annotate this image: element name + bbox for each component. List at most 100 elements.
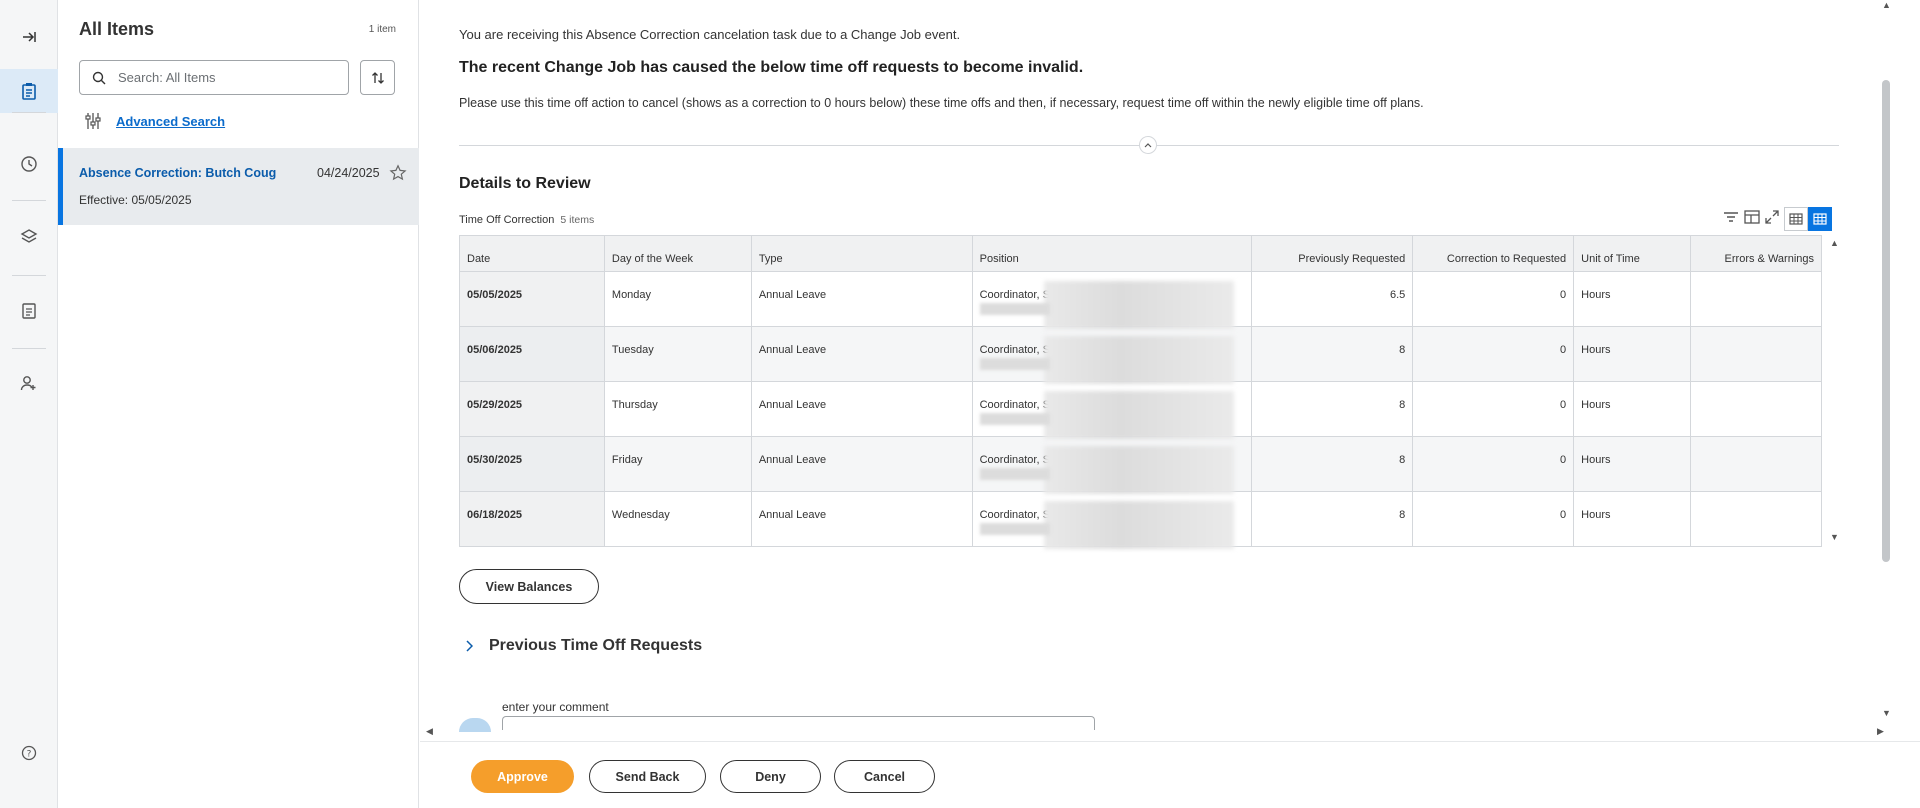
- cell-position: Coordinator, S: [971, 436, 1253, 494]
- search-input[interactable]: Search: All Items: [79, 60, 349, 95]
- cell-date: 05/05/2025: [459, 271, 605, 327]
- cell-prev-requested: 8: [1251, 436, 1414, 492]
- filter-button[interactable]: [1723, 210, 1739, 229]
- redaction-block: [1043, 501, 1234, 549]
- main-content: You are receiving this Absence Correctio…: [420, 0, 1920, 808]
- approve-button[interactable]: Approve: [471, 760, 574, 793]
- cell-correction[interactable]: 0: [1412, 491, 1575, 547]
- scrollbar-thumb[interactable]: [1882, 80, 1890, 562]
- col-position[interactable]: Position: [971, 235, 1253, 272]
- cell-unit: Hours: [1573, 491, 1692, 547]
- scroll-up-arrow[interactable]: ▲: [1882, 0, 1891, 10]
- main-scrollbar[interactable]: ▲ ▼: [1875, 0, 1897, 735]
- col-prev-requested[interactable]: Previously Requested: [1251, 235, 1414, 272]
- history-nav-button[interactable]: [0, 142, 58, 186]
- col-unit[interactable]: Unit of Time: [1573, 235, 1692, 272]
- cell-position: Coordinator, S: [971, 271, 1253, 329]
- redaction-block: [979, 413, 1050, 425]
- clipboard-nav-button[interactable]: [0, 288, 58, 332]
- cell-day: Monday: [603, 271, 752, 327]
- tasks-icon: [22, 83, 36, 100]
- col-date[interactable]: Date: [459, 235, 605, 272]
- sort-button[interactable]: [360, 60, 395, 95]
- tasks-nav-button[interactable]: [0, 69, 58, 113]
- cell-correction[interactable]: 0: [1412, 271, 1575, 327]
- col-type[interactable]: Type: [750, 235, 973, 272]
- col-correction[interactable]: Correction to Requested: [1412, 235, 1575, 272]
- table-header-row: Date Day of the Week Type Position Previ…: [459, 235, 1822, 272]
- table-scroll-up[interactable]: ▲: [1830, 238, 1839, 248]
- headline: The recent Change Job has caused the bel…: [459, 59, 1084, 76]
- collapse-section-button[interactable]: [1139, 136, 1157, 154]
- cell-prev-requested: 8: [1251, 381, 1414, 437]
- list-title: All Items: [79, 19, 155, 39]
- cell-day: Thursday: [603, 381, 752, 437]
- previous-requests-toggle[interactable]: Previous Time Off Requests: [465, 637, 702, 655]
- add-person-nav-button[interactable]: [0, 361, 58, 405]
- cell-type: Annual Leave: [750, 381, 973, 437]
- help-button[interactable]: ?: [0, 731, 58, 775]
- view-balances-button[interactable]: View Balances: [459, 569, 599, 604]
- expand-panel-button[interactable]: [0, 15, 58, 59]
- cell-errors: [1690, 326, 1822, 382]
- favorite-button[interactable]: [389, 164, 407, 187]
- send-back-button[interactable]: Send Back: [589, 760, 706, 793]
- scroll-down-arrow[interactable]: ▼: [1882, 708, 1891, 718]
- rail-divider: [12, 112, 46, 113]
- layers-icon: [20, 229, 38, 243]
- position-text: Coordinator, S: [979, 344, 1050, 356]
- rail-divider: [12, 275, 46, 276]
- table-scroll-down[interactable]: ▼: [1830, 532, 1839, 542]
- sort-icon: [371, 71, 384, 84]
- previous-requests-label: Previous Time Off Requests: [489, 637, 703, 654]
- grid-toolbar: [1718, 207, 1832, 231]
- grid-title: Time Off Correction 5 items: [459, 214, 594, 226]
- advanced-search-link[interactable]: Advanced Search: [116, 114, 225, 129]
- redaction-block: [979, 303, 1050, 315]
- table-view-button[interactable]: [1784, 207, 1808, 231]
- cell-correction[interactable]: 0: [1412, 326, 1575, 382]
- scroll-right-arrow[interactable]: ▶: [1877, 726, 1884, 737]
- cell-date: 05/06/2025: [459, 326, 605, 382]
- cancel-button[interactable]: Cancel: [834, 760, 935, 793]
- svg-text:?: ?: [27, 750, 32, 760]
- cell-position: Coordinator, S: [971, 326, 1253, 384]
- rail-divider: [12, 348, 46, 349]
- list-count: 1 item: [368, 24, 396, 35]
- col-errors[interactable]: Errors & Warnings: [1690, 235, 1822, 272]
- inbox-list-pane: All Items 1 item Search: All Items Advan…: [58, 0, 419, 808]
- redaction-block: [1043, 336, 1234, 384]
- table-row: 05/05/2025 Monday Annual Leave Coordinat…: [459, 271, 1822, 329]
- filter-sliders-icon: [85, 113, 101, 129]
- deny-button[interactable]: Deny: [720, 760, 821, 793]
- cell-type: Annual Leave: [750, 436, 973, 492]
- list-item[interactable]: Absence Correction: Butch Coug 04/24/202…: [58, 148, 419, 225]
- table-row: 05/06/2025 Tuesday Annual Leave Coordina…: [459, 326, 1822, 384]
- fullscreen-button[interactable]: [1765, 209, 1779, 229]
- cell-correction[interactable]: 0: [1412, 381, 1575, 437]
- cell-day: Friday: [603, 436, 752, 492]
- details-title: Details to Review: [459, 175, 591, 192]
- item-title: Absence Correction: Butch Coug: [79, 166, 277, 180]
- horizontal-scrollbar[interactable]: ◀ ▶: [420, 726, 1884, 740]
- position-text: Coordinator, S: [979, 454, 1050, 466]
- grid-view-button[interactable]: [1808, 207, 1832, 231]
- columns-button[interactable]: [1744, 209, 1760, 229]
- cell-type: Annual Leave: [750, 491, 973, 547]
- scroll-left-arrow[interactable]: ◀: [426, 726, 433, 737]
- item-effective-date: Effective: 05/05/2025: [79, 193, 192, 207]
- col-day[interactable]: Day of the Week: [603, 235, 752, 272]
- advanced-search[interactable]: Advanced Search: [84, 112, 225, 130]
- cell-unit: Hours: [1573, 326, 1692, 382]
- cell-date: 06/18/2025: [459, 491, 605, 547]
- cell-errors: [1690, 271, 1822, 327]
- action-bar: Approve Send Back Deny Cancel: [420, 741, 1920, 808]
- cell-correction[interactable]: 0: [1412, 436, 1575, 492]
- layers-nav-button[interactable]: [0, 215, 58, 259]
- expand-panel-icon: [23, 32, 36, 42]
- grid-view-icon: [1813, 213, 1827, 225]
- redaction-block: [1043, 391, 1234, 439]
- chevron-up-icon: [1144, 143, 1152, 148]
- cell-type: Annual Leave: [750, 326, 973, 382]
- cell-errors: [1690, 381, 1822, 437]
